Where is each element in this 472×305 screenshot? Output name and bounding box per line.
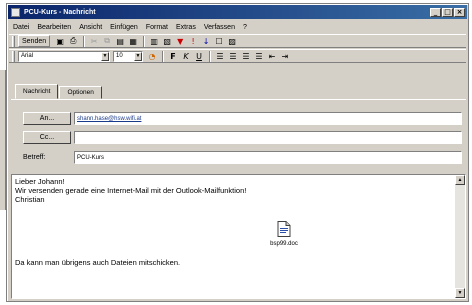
menu-ansicht[interactable]: Ansicht — [75, 24, 106, 31]
message-tabs: Nachricht Optionen — [15, 84, 103, 99]
scroll-down-icon[interactable]: ▼ — [455, 288, 465, 298]
send-button[interactable]: Senden — [18, 35, 51, 47]
font-color-icon[interactable]: ◔ — [146, 50, 158, 62]
font-size-select[interactable]: 10 ▼ — [113, 50, 143, 62]
body-line: Lieber Johann! — [15, 177, 65, 186]
low-importance-icon[interactable]: ↓ — [200, 35, 212, 47]
toolbar-separator — [162, 50, 164, 62]
insert-file-icon[interactable]: ▨ — [226, 35, 238, 47]
standard-toolbar: Senden ▣ ⎙ ✂ ⧉ ▤ ▦ ▥ ▧ ▼ ! ↓ ☐ ▨ — [9, 34, 466, 48]
toolbar-separator — [143, 35, 146, 47]
body-line: Christian — [15, 195, 45, 204]
to-button[interactable]: An... — [23, 112, 71, 125]
toolbar-handle[interactable] — [12, 35, 15, 47]
title-bar[interactable]: PCU-Kurs - Nachricht _ □ × — [8, 5, 467, 19]
menu-bar: Datei Bearbeiten Ansicht Einfügen Format… — [9, 21, 466, 33]
print-icon[interactable]: ⎙ — [67, 35, 79, 47]
options-icon[interactable]: ☐ — [213, 35, 225, 47]
check-names-icon[interactable]: ▥ — [148, 35, 160, 47]
decrease-indent-icon[interactable]: ⇤ — [266, 50, 278, 62]
chevron-down-icon[interactable]: ▼ — [134, 51, 142, 61]
window-title: PCU-Kurs - Nachricht — [24, 8, 96, 16]
high-importance-icon[interactable]: ! — [187, 35, 199, 47]
menu-verfassen[interactable]: Verfassen — [200, 24, 239, 31]
vertical-scrollbar[interactable]: ▲ ▼ — [455, 175, 465, 298]
body-line: Wir versenden gerade eine Internet-Mail … — [15, 186, 247, 195]
flag-icon[interactable]: ▼ — [174, 35, 186, 47]
message-window: PCU-Kurs - Nachricht _ □ × Datei Bearbei… — [6, 3, 469, 302]
menu-format[interactable]: Format — [142, 24, 172, 31]
cc-button[interactable]: Cc... — [23, 131, 71, 144]
bullets-icon[interactable]: ☰ — [253, 50, 265, 62]
cut-icon[interactable]: ✂ — [88, 35, 100, 47]
align-left-icon[interactable]: ☰ — [214, 50, 226, 62]
toolbar-handle[interactable] — [12, 50, 15, 62]
close-button[interactable]: × — [454, 7, 465, 17]
copy-icon[interactable]: ⧉ — [101, 35, 113, 47]
tab-optionen[interactable]: Optionen — [59, 86, 102, 99]
scroll-up-icon[interactable]: ▲ — [455, 175, 465, 185]
paste-icon[interactable]: ▤ — [114, 35, 126, 47]
menu-datei[interactable]: Datei — [9, 24, 33, 31]
font-value: Arial — [21, 53, 34, 59]
menu-help[interactable]: ? — [239, 24, 251, 31]
cc-field[interactable] — [74, 131, 462, 144]
toolbar-separator — [209, 50, 211, 62]
italic-icon[interactable]: K — [180, 50, 192, 62]
tab-nachricht[interactable]: Nachricht — [15, 84, 59, 99]
attach-icon[interactable]: ▧ — [161, 35, 173, 47]
menu-einfuegen[interactable]: Einfügen — [106, 24, 142, 31]
toolbar-separator — [83, 35, 86, 47]
body-line: Da kann man übrigens auch Dateien mitsch… — [15, 258, 181, 267]
minimize-button[interactable]: _ — [430, 7, 441, 17]
attachment-name: bsp99.doc — [270, 241, 298, 247]
underline-icon[interactable]: U — [193, 50, 205, 62]
header-panel: An... shann.hase@hsw.wifi.at Cc... Betre… — [11, 99, 466, 171]
subject-label: Betreff: — [23, 154, 46, 161]
maximize-button[interactable]: □ — [442, 7, 453, 17]
send-label: Senden — [22, 37, 47, 45]
message-body[interactable]: Lieber Johann! Wir versenden gerade eine… — [11, 174, 466, 299]
menu-extras[interactable]: Extras — [172, 24, 200, 31]
font-select[interactable]: Arial ▼ — [18, 50, 110, 62]
chevron-down-icon[interactable]: ▼ — [101, 51, 109, 61]
formatting-toolbar: Arial ▼ 10 ▼ ◔ F K U ☰ ☰ ☰ ☰ ⇤ ⇥ — [9, 49, 466, 63]
bold-icon[interactable]: F — [167, 50, 179, 62]
font-size-value: 10 — [116, 53, 123, 59]
address-book-icon[interactable]: ▦ — [127, 35, 139, 47]
to-field[interactable]: shann.hase@hsw.wifi.at — [74, 112, 462, 125]
align-right-icon[interactable]: ☰ — [240, 50, 252, 62]
document-icon — [277, 221, 291, 237]
save-icon[interactable]: ▣ — [54, 35, 66, 47]
message-icon — [11, 7, 20, 17]
align-center-icon[interactable]: ☰ — [227, 50, 239, 62]
subject-field[interactable]: PCU-Kurs — [74, 151, 462, 164]
attachment[interactable]: bsp99.doc — [264, 221, 304, 247]
menu-bearbeiten[interactable]: Bearbeiten — [33, 24, 75, 31]
increase-indent-icon[interactable]: ⇥ — [279, 50, 291, 62]
